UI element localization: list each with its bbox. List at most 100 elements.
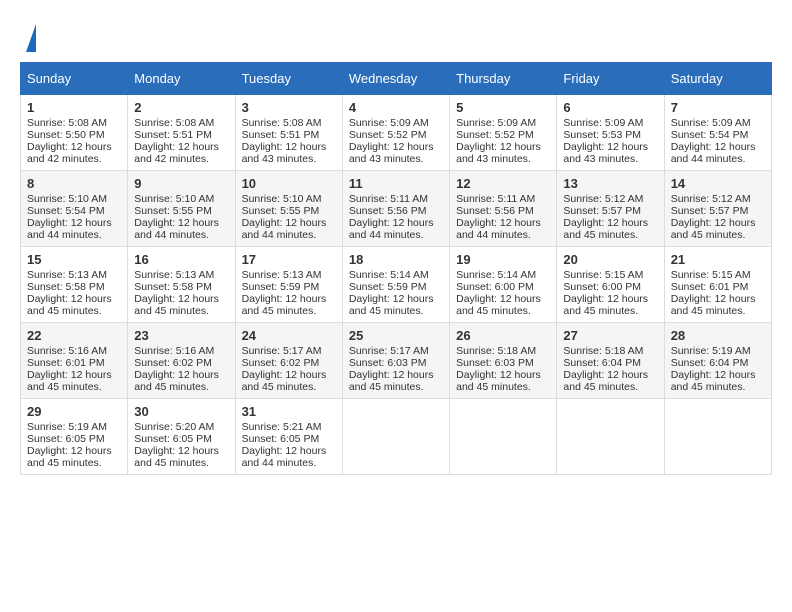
day-info: Daylight: 12 hours	[134, 141, 228, 153]
day-info: and 45 minutes.	[563, 381, 657, 393]
day-number: 25	[349, 328, 443, 343]
day-number: 6	[563, 100, 657, 115]
calendar-cell: 25Sunrise: 5:17 AMSunset: 6:03 PMDayligh…	[342, 323, 449, 399]
calendar-cell: 24Sunrise: 5:17 AMSunset: 6:02 PMDayligh…	[235, 323, 342, 399]
day-info: Sunset: 6:02 PM	[134, 357, 228, 369]
day-number: 27	[563, 328, 657, 343]
day-info: Daylight: 12 hours	[563, 217, 657, 229]
day-info: Sunset: 6:03 PM	[349, 357, 443, 369]
day-info: Daylight: 12 hours	[27, 293, 121, 305]
calendar-cell: 30Sunrise: 5:20 AMSunset: 6:05 PMDayligh…	[128, 399, 235, 475]
calendar-week-1: 1Sunrise: 5:08 AMSunset: 5:50 PMDaylight…	[21, 95, 772, 171]
day-number: 5	[456, 100, 550, 115]
day-info: Daylight: 12 hours	[134, 293, 228, 305]
calendar-week-4: 22Sunrise: 5:16 AMSunset: 6:01 PMDayligh…	[21, 323, 772, 399]
calendar-cell: 26 Sunrise: 5:18 AMSunset: 6:03 PMDayligh…	[450, 323, 557, 399]
day-info: Daylight: 12 hours	[27, 445, 121, 457]
day-info: Sunset: 6:00 PM	[456, 281, 550, 293]
day-number: 12	[456, 176, 550, 191]
day-info: Sunrise: 5:13 AM	[27, 269, 121, 281]
day-info: Daylight: 12 hours	[134, 369, 228, 381]
day-info: Sunrise: 5:19 AM	[671, 345, 765, 357]
calendar-cell: 28Sunrise: 5:19 AMSunset: 6:04 PMDayligh…	[664, 323, 771, 399]
day-info: and 44 minutes.	[671, 153, 765, 165]
day-number: 2	[134, 100, 228, 115]
day-info: Sunset: 5:54 PM	[671, 129, 765, 141]
day-info: and 43 minutes.	[242, 153, 336, 165]
day-info: Sunset: 6:04 PM	[671, 357, 765, 369]
day-info: Daylight: 12 hours	[242, 369, 336, 381]
day-info: and 45 minutes.	[456, 381, 550, 393]
calendar-cell: 11Sunrise: 5:11 AMSunset: 5:56 PMDayligh…	[342, 171, 449, 247]
day-info: Daylight: 12 hours	[349, 141, 443, 153]
day-info: and 42 minutes.	[134, 153, 228, 165]
day-info: Sunrise: 5:18 AM	[456, 345, 550, 357]
calendar-cell: 4Sunrise: 5:09 AMSunset: 5:52 PMDaylight…	[342, 95, 449, 171]
day-info: Sunrise: 5:13 AM	[134, 269, 228, 281]
day-info: Sunset: 6:05 PM	[134, 433, 228, 445]
day-info: Daylight: 12 hours	[563, 141, 657, 153]
day-info: and 45 minutes.	[134, 305, 228, 317]
day-info: and 43 minutes.	[349, 153, 443, 165]
day-info: Sunset: 5:52 PM	[456, 129, 550, 141]
calendar-cell: 22Sunrise: 5:16 AMSunset: 6:01 PMDayligh…	[21, 323, 128, 399]
day-info: Sunrise: 5:14 AM	[456, 269, 550, 281]
day-info: Sunrise: 5:17 AM	[349, 345, 443, 357]
day-number: 11	[349, 176, 443, 191]
day-info: Sunset: 6:02 PM	[242, 357, 336, 369]
day-info: Daylight: 12 hours	[563, 293, 657, 305]
calendar-cell: 7Sunrise: 5:09 AMSunset: 5:54 PMDaylight…	[664, 95, 771, 171]
calendar-header-row: SundayMondayTuesdayWednesdayThursdayFrid…	[21, 63, 772, 95]
day-number: 16	[134, 252, 228, 267]
calendar-week-2: 8Sunrise: 5:10 AMSunset: 5:54 PMDaylight…	[21, 171, 772, 247]
day-info: Daylight: 12 hours	[242, 217, 336, 229]
day-info: Sunset: 6:05 PM	[27, 433, 121, 445]
day-number: 18	[349, 252, 443, 267]
day-number: 23	[134, 328, 228, 343]
day-info: Sunrise: 5:18 AM	[563, 345, 657, 357]
day-info: Sunrise: 5:16 AM	[27, 345, 121, 357]
day-info: and 44 minutes.	[27, 229, 121, 241]
calendar-cell: 10Sunrise: 5:10 AMSunset: 5:55 PMDayligh…	[235, 171, 342, 247]
day-info: and 45 minutes.	[27, 457, 121, 469]
day-info: Sunset: 5:56 PM	[349, 205, 443, 217]
calendar-cell: 18Sunrise: 5:14 AMSunset: 5:59 PMDayligh…	[342, 247, 449, 323]
day-header-thursday: Thursday	[450, 63, 557, 95]
calendar-cell: 29Sunrise: 5:19 AMSunset: 6:05 PMDayligh…	[21, 399, 128, 475]
day-info: Daylight: 12 hours	[27, 141, 121, 153]
day-number: 10	[242, 176, 336, 191]
day-info: Sunrise: 5:10 AM	[242, 193, 336, 205]
day-info: Daylight: 12 hours	[456, 217, 550, 229]
calendar-cell: 31Sunrise: 5:21 AMSunset: 6:05 PMDayligh…	[235, 399, 342, 475]
day-info: and 44 minutes.	[134, 229, 228, 241]
calendar-cell: 15Sunrise: 5:13 AMSunset: 5:58 PMDayligh…	[21, 247, 128, 323]
day-info: Sunset: 5:54 PM	[27, 205, 121, 217]
day-info: Daylight: 12 hours	[242, 445, 336, 457]
day-info: Daylight: 12 hours	[456, 369, 550, 381]
calendar-week-5: 29Sunrise: 5:19 AMSunset: 6:05 PMDayligh…	[21, 399, 772, 475]
calendar-cell: 14Sunrise: 5:12 AMSunset: 5:57 PMDayligh…	[664, 171, 771, 247]
day-info: Daylight: 12 hours	[671, 293, 765, 305]
day-info: and 45 minutes.	[349, 381, 443, 393]
day-info: Sunrise: 5:16 AM	[134, 345, 228, 357]
day-number: 13	[563, 176, 657, 191]
day-info: Sunset: 5:52 PM	[349, 129, 443, 141]
day-info: Sunset: 6:03 PM	[456, 357, 550, 369]
day-number: 26	[456, 328, 550, 343]
calendar-cell: 13Sunrise: 5:12 AMSunset: 5:57 PMDayligh…	[557, 171, 664, 247]
day-info: and 45 minutes.	[242, 305, 336, 317]
calendar-cell: 3Sunrise: 5:08 AMSunset: 5:51 PMDaylight…	[235, 95, 342, 171]
calendar-cell	[450, 399, 557, 475]
logo	[20, 20, 36, 52]
day-info: and 45 minutes.	[27, 381, 121, 393]
calendar-cell: 17Sunrise: 5:13 AMSunset: 5:59 PMDayligh…	[235, 247, 342, 323]
day-number: 17	[242, 252, 336, 267]
calendar-cell: 21Sunrise: 5:15 AMSunset: 6:01 PMDayligh…	[664, 247, 771, 323]
day-number: 29	[27, 404, 121, 419]
day-info: Sunrise: 5:15 AM	[671, 269, 765, 281]
calendar-cell: 27Sunrise: 5:18 AMSunset: 6:04 PMDayligh…	[557, 323, 664, 399]
day-info: and 43 minutes.	[456, 153, 550, 165]
day-info: Sunset: 5:53 PM	[563, 129, 657, 141]
day-info: Sunrise: 5:08 AM	[134, 117, 228, 129]
day-info: Sunset: 5:50 PM	[27, 129, 121, 141]
